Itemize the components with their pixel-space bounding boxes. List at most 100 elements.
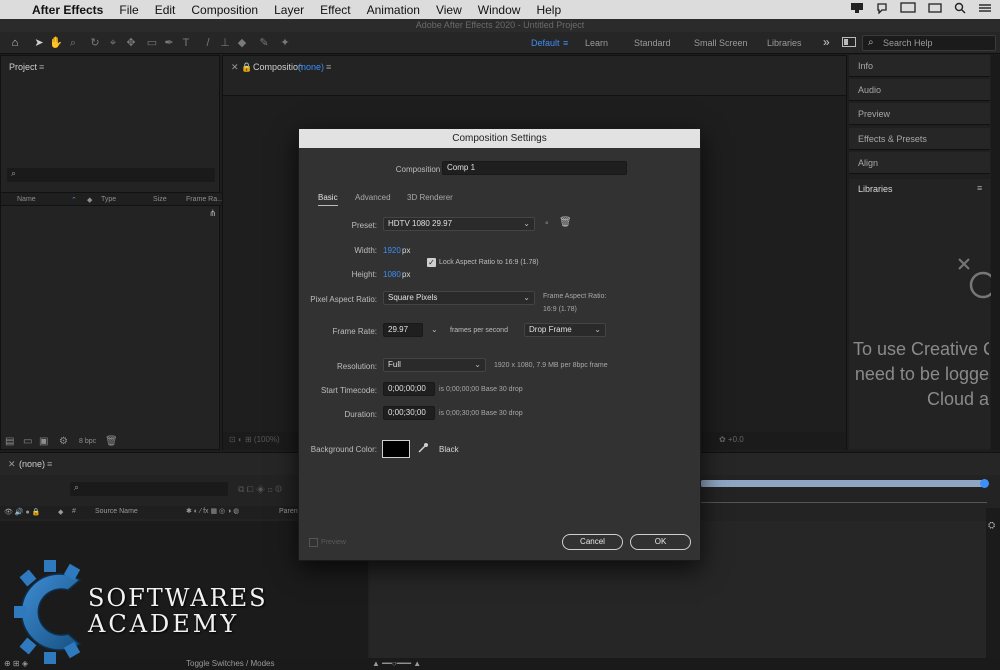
composition-tab-label[interactable]: Composition	[253, 62, 303, 72]
workspace-small-screen[interactable]: Small Screen	[694, 38, 748, 48]
pan-behind-tool-icon[interactable]: ✥	[124, 36, 138, 50]
workspace-menu-icon[interactable]: ≡	[563, 38, 568, 48]
interpret-footage-icon[interactable]: ▤	[5, 436, 14, 447]
tab-3d-renderer[interactable]: 3D Renderer	[407, 193, 453, 202]
preset-dropdown[interactable]: HDTV 1080 29.97 ⌄	[383, 217, 535, 231]
spotlight-search-icon[interactable]	[954, 2, 966, 17]
save-preset-icon[interactable]: ▪	[545, 218, 549, 229]
menu-effect[interactable]: Effect	[320, 3, 350, 17]
display-icon[interactable]	[900, 2, 916, 17]
panel-preview[interactable]: Preview	[849, 103, 990, 125]
rotation-tool-icon[interactable]: ↻	[88, 36, 102, 50]
timeline-scrollbar[interactable]: ⛭	[986, 508, 1000, 668]
workspace-panel-icon[interactable]	[842, 37, 856, 49]
help-icon[interactable]	[876, 2, 888, 17]
column-size[interactable]: Size	[153, 196, 167, 203]
timeline-tab[interactable]: (none)	[19, 459, 45, 469]
selection-tool-icon[interactable]: ➤	[32, 36, 46, 50]
delete-preset-icon[interactable]: 🗑	[559, 217, 572, 228]
parent-column[interactable]: Parent	[279, 508, 300, 515]
creative-cloud-icon[interactable]	[850, 2, 864, 17]
brush-tool-icon[interactable]: /	[201, 36, 215, 50]
menu-animation[interactable]: Animation	[367, 3, 420, 17]
menu-file[interactable]: File	[119, 3, 138, 17]
column-name[interactable]: Name	[17, 196, 36, 203]
new-folder-icon[interactable]: ▭	[23, 436, 32, 447]
new-composition-icon[interactable]: ▣	[39, 436, 48, 447]
menu-app-name[interactable]: After Effects	[32, 3, 103, 17]
tab-basic[interactable]: Basic	[318, 193, 338, 206]
panel-effects-presets[interactable]: Effects & Presets	[849, 128, 990, 150]
menu-window[interactable]: Window	[478, 3, 521, 17]
resolution-dropdown[interactable]: Full ⌄	[383, 358, 486, 372]
hand-tool-icon[interactable]: ✋	[49, 36, 63, 50]
panel-align[interactable]: Align	[849, 152, 990, 174]
cancel-button[interactable]: Cancel	[562, 534, 623, 550]
label-tag-icon[interactable]: ◆	[87, 196, 92, 204]
background-color-swatch[interactable]	[382, 440, 410, 458]
timeline-tool-icons[interactable]: ⧉ ⧠ ◈ ◻ ◍	[238, 484, 282, 495]
type-tool-icon[interactable]: T	[179, 36, 193, 50]
lock-aspect-checkbox[interactable]: ✓	[427, 258, 436, 267]
project-panel-title[interactable]: Project	[9, 62, 37, 72]
tab-advanced[interactable]: Advanced	[355, 193, 391, 202]
drop-frame-dropdown[interactable]: Drop Frame ⌄	[524, 323, 606, 337]
project-panel-menu-icon[interactable]: ≡	[39, 62, 44, 72]
lock-icon[interactable]: 🔒	[241, 62, 252, 73]
workspace-libraries[interactable]: Libraries	[767, 38, 802, 48]
av-switches-icons[interactable]: 👁 🔊 ● 🔒	[4, 508, 40, 516]
adjust-settings-icon[interactable]: ⚙	[59, 436, 68, 447]
comp-flowchart-icon[interactable]: ⛭	[988, 520, 995, 531]
source-name-column[interactable]: Source Name	[95, 508, 138, 515]
column-type[interactable]: Type	[101, 196, 116, 203]
menu-layer[interactable]: Layer	[274, 3, 304, 17]
menu-help[interactable]: Help	[536, 3, 561, 17]
layer-switches-icons[interactable]: ✱ ◐ ⁄ fx ▦ ◎ ◑ ◍	[186, 507, 239, 515]
roto-brush-tool-icon[interactable]: ✎	[257, 36, 271, 50]
camera-tool-icon[interactable]: ⌖	[106, 36, 120, 50]
bpc-label[interactable]: 8 bpc	[79, 438, 96, 445]
preview-checkbox[interactable]	[309, 538, 318, 547]
panel-audio[interactable]: Audio	[849, 79, 990, 101]
close-timeline-icon[interactable]: ✕	[8, 459, 16, 470]
start-timecode-input[interactable]: 0;00;00;00	[383, 382, 435, 396]
composition-tab-value[interactable]: (none)	[298, 62, 324, 72]
eraser-tool-icon[interactable]: ◆	[235, 36, 249, 50]
label-icon[interactable]: ◆	[58, 508, 63, 516]
trash-icon[interactable]: 🗑	[105, 436, 118, 447]
sort-icon[interactable]: ⌃	[71, 196, 77, 204]
libraries-menu-icon[interactable]: ≡	[977, 183, 982, 193]
pixel-aspect-dropdown[interactable]: Square Pixels ⌄	[383, 291, 535, 305]
workspace-learn[interactable]: Learn	[585, 38, 608, 48]
home-icon[interactable]: ⌂	[8, 36, 22, 50]
close-tab-icon[interactable]: ✕	[231, 62, 239, 73]
zoom-tool-icon[interactable]: ⌕	[66, 36, 80, 50]
ok-button[interactable]: OK	[630, 534, 691, 550]
time-navigator-bar[interactable]	[700, 479, 989, 488]
control-center-icon[interactable]	[978, 2, 992, 17]
timeline-search-input[interactable]: ⌕	[70, 482, 228, 496]
screen-icon[interactable]	[928, 2, 942, 17]
workspace-standard[interactable]: Standard	[634, 38, 671, 48]
timeline-menu-icon[interactable]: ≡	[47, 459, 52, 469]
flowchart-icon[interactable]: ⋔	[209, 208, 217, 219]
duration-input[interactable]: 0;00;30;00	[383, 406, 435, 420]
workspace-default[interactable]: Default	[531, 38, 560, 48]
width-value[interactable]: 1920	[383, 246, 401, 255]
time-ruler[interactable]	[700, 497, 987, 503]
exposure-icon[interactable]: ✿ +0.0	[719, 435, 744, 444]
project-search-input[interactable]: ⌕	[7, 168, 215, 182]
menu-edit[interactable]: Edit	[155, 3, 176, 17]
puppet-tool-icon[interactable]: ✦	[278, 36, 292, 50]
menu-view[interactable]: View	[436, 3, 462, 17]
search-help-input[interactable]: ⌕ Search Help	[862, 35, 996, 51]
clone-stamp-tool-icon[interactable]: ⊥	[218, 36, 232, 50]
menu-composition[interactable]: Composition	[191, 3, 258, 17]
layer-number-icon[interactable]: #	[72, 508, 76, 515]
libraries-panel-title[interactable]: Libraries	[858, 184, 893, 194]
composition-name-input[interactable]: Comp 1	[442, 161, 627, 175]
viewer-controls-icon[interactable]: ⊡ ◐ ⊞ (100%)	[229, 435, 280, 444]
rectangle-tool-icon[interactable]: ▭	[145, 36, 159, 50]
zoom-slider-icon[interactable]: ▲ ━━○━━━ ▲	[372, 659, 421, 668]
panel-info[interactable]: Info	[849, 55, 990, 77]
